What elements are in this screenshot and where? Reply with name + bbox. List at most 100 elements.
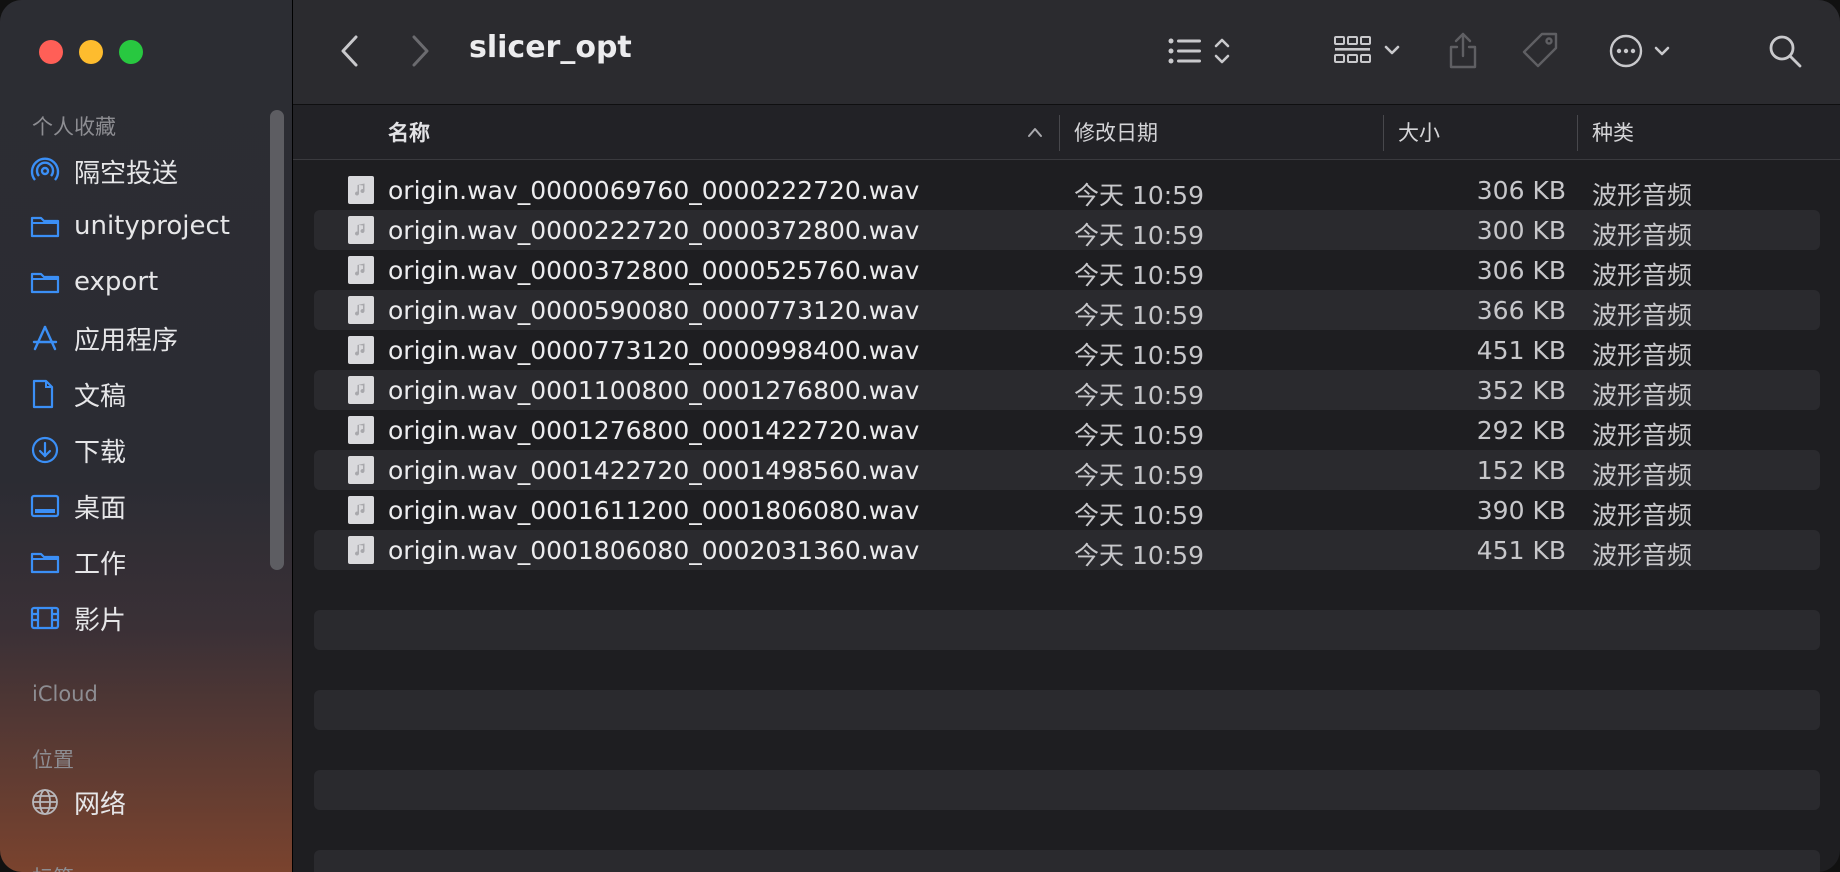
file-modified-date: 今天 10:59	[1074, 301, 1204, 330]
sidebar-item-movies[interactable]: 影片	[30, 595, 126, 641]
file-size: 352 KB	[1476, 376, 1566, 405]
audio-file-icon	[348, 416, 374, 444]
view-mode-list-button[interactable]	[1164, 28, 1244, 74]
file-row[interactable]: origin.wav_0001100800_0001276800.wav 今天 1…	[314, 370, 1820, 410]
sidebar-item-label: 下载	[74, 437, 127, 468]
sidebar-item-label: 应用程序	[74, 325, 179, 356]
file-row[interactable]: origin.wav_0000372800_0000525760.wav 今天 1…	[314, 250, 1820, 290]
file-name: origin.wav_0001806080_0002031360.wav	[388, 536, 920, 565]
sidebar-item-network[interactable]: 网络	[30, 779, 126, 825]
search-button[interactable]	[1763, 28, 1807, 74]
chevron-right-icon	[412, 35, 429, 67]
file-kind: 波形音频	[1592, 181, 1693, 210]
file-modified-date: 今天 10:59	[1074, 541, 1204, 570]
file-kind: 波形音频	[1592, 541, 1693, 570]
file-name: origin.wav_0000590080_0000773120.wav	[388, 296, 920, 325]
file-modified-date: 今天 10:59	[1074, 261, 1204, 290]
file-name: origin.wav_0000773120_0000998400.wav	[388, 336, 920, 365]
airdrop-icon	[30, 156, 74, 186]
file-name: origin.wav_0000372800_0000525760.wav	[388, 256, 920, 285]
file-row[interactable]: origin.wav_0001276800_0001422720.wav 今天 1…	[314, 410, 1820, 450]
file-kind: 波形音频	[1592, 381, 1693, 410]
audio-file-icon	[348, 176, 374, 204]
sidebar-item-label: 网络	[74, 789, 127, 820]
file-row[interactable]: origin.wav_0001611200_0001806080.wav 今天 1…	[314, 490, 1820, 530]
close-window-button[interactable]	[39, 40, 63, 64]
file-modified-date: 今天 10:59	[1074, 421, 1204, 450]
file-name: origin.wav_0001422720_0001498560.wav	[388, 456, 920, 485]
audio-file-icon	[348, 536, 374, 564]
more-actions-button[interactable]	[1605, 28, 1681, 74]
file-row[interactable]: origin.wav_0001422720_0001498560.wav 今天 1…	[314, 450, 1820, 490]
file-name: origin.wav_0001100800_0001276800.wav	[388, 376, 920, 405]
sidebar-item-label: export	[74, 267, 159, 297]
file-kind: 波形音频	[1592, 221, 1693, 250]
file-name: origin.wav_0000069760_0000222720.wav	[388, 176, 920, 205]
file-size: 292 KB	[1476, 416, 1566, 445]
back-button[interactable]	[335, 30, 365, 72]
column-date-header[interactable]: 修改日期	[1074, 117, 1158, 147]
sidebar-item-downloads[interactable]: 下载	[30, 427, 126, 473]
tags-button[interactable]	[1518, 26, 1562, 74]
file-row[interactable]: origin.wav_0001806080_0002031360.wav 今天 1…	[314, 530, 1820, 570]
list-view-icon	[1168, 38, 1230, 64]
file-modified-date: 今天 10:59	[1074, 181, 1204, 210]
file-size: 451 KB	[1476, 336, 1566, 365]
column-header: 名称 修改日期 大小 种类	[293, 105, 1840, 160]
column-kind-header[interactable]: 种类	[1592, 117, 1634, 147]
column-size-header[interactable]: 大小	[1398, 117, 1440, 147]
file-row[interactable]: origin.wav_0000222720_0000372800.wav 今天 1…	[314, 210, 1820, 250]
column-divider[interactable]	[1577, 115, 1578, 151]
tag-icon	[1522, 32, 1558, 68]
favorites-section-header: 个人收藏	[32, 115, 116, 139]
file-size: 451 KB	[1476, 536, 1566, 565]
file-modified-date: 今天 10:59	[1074, 461, 1204, 490]
file-name: origin.wav_0001276800_0001422720.wav	[388, 416, 920, 445]
sort-ascending-icon	[1028, 128, 1042, 137]
group-by-button[interactable]	[1331, 28, 1407, 74]
file-size: 300 KB	[1476, 216, 1566, 245]
audio-file-icon	[348, 456, 374, 484]
sidebar-item-label: 隔空投送	[74, 158, 179, 189]
file-row[interactable]: origin.wav_0000773120_0000998400.wav 今天 1…	[314, 330, 1820, 370]
sidebar-item-label: 文稿	[74, 381, 127, 412]
zoom-window-button[interactable]	[119, 40, 143, 64]
window-title: slicer_opt	[469, 30, 632, 65]
desktop-icon	[30, 491, 74, 521]
column-divider[interactable]	[1383, 115, 1384, 151]
empty-row	[314, 770, 1820, 810]
audio-file-icon	[348, 496, 374, 524]
file-row[interactable]: origin.wav_0000069760_0000222720.wav 今天 1…	[314, 170, 1820, 210]
audio-file-icon	[348, 336, 374, 364]
audio-file-icon	[348, 296, 374, 324]
empty-row	[314, 690, 1820, 730]
grid-group-icon	[1334, 36, 1400, 63]
file-modified-date: 今天 10:59	[1074, 341, 1204, 370]
icloud-section-header: iCloud	[32, 682, 98, 706]
sidebar-scrollbar[interactable]	[270, 110, 284, 570]
sidebar-item-documents[interactable]: 文稿	[30, 371, 126, 417]
minimize-window-button[interactable]	[79, 40, 103, 64]
ellipsis-circle-icon	[1609, 34, 1670, 68]
sidebar-item-unityproject[interactable]: unityproject	[30, 203, 230, 249]
film-icon	[30, 603, 74, 633]
sidebar-item-airdrop[interactable]: 隔空投送	[30, 148, 178, 194]
share-icon	[1449, 32, 1477, 69]
sidebar: 个人收藏 隔空投送 unityproject export 应用程序 文稿 下载…	[0, 0, 293, 872]
audio-file-icon	[348, 256, 374, 284]
sidebar-item-export[interactable]: export	[30, 259, 158, 305]
file-kind: 波形音频	[1592, 301, 1693, 330]
sidebar-item-desktop[interactable]: 桌面	[30, 483, 126, 529]
sidebar-item-label: 影片	[74, 605, 127, 636]
column-name-header[interactable]: 名称	[388, 117, 430, 147]
sidebar-item-work[interactable]: 工作	[30, 539, 126, 585]
file-row[interactable]: origin.wav_0000590080_0000773120.wav 今天 1…	[314, 290, 1820, 330]
sidebar-item-label: unityproject	[74, 211, 230, 241]
share-button[interactable]	[1443, 26, 1483, 74]
folder-icon	[30, 267, 74, 297]
forward-button[interactable]	[405, 30, 435, 72]
column-divider[interactable]	[1059, 115, 1060, 151]
file-name: origin.wav_0000222720_0000372800.wav	[388, 216, 920, 245]
file-kind: 波形音频	[1592, 461, 1693, 490]
sidebar-item-applications[interactable]: 应用程序	[30, 315, 178, 361]
